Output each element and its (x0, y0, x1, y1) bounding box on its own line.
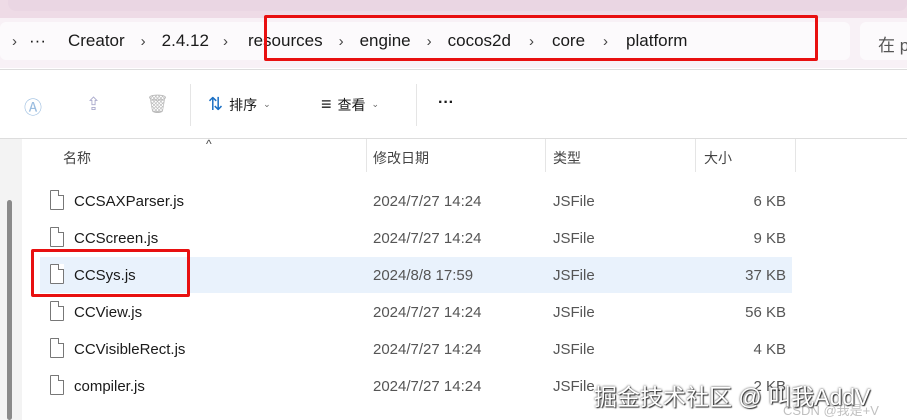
file-icon (50, 338, 64, 358)
highlight-box (31, 249, 190, 297)
list-icon: ≡ (321, 94, 332, 114)
chevron-down-icon: ⌄ (371, 99, 380, 109)
file-type: JSFile (553, 267, 595, 284)
breadcrumb-overflow[interactable]: ··· (29, 31, 46, 51)
file-icon (50, 301, 64, 321)
rename-icon[interactable]: Ⓐ (24, 94, 42, 120)
file-row[interactable]: CCView.js 2024/7/27 14:24 JSFile 56 KB (40, 294, 792, 330)
file-date: 2024/7/27 14:24 (373, 378, 482, 395)
file-name: compiler.js (74, 378, 145, 395)
file-type: JSFile (553, 304, 595, 321)
watermark-csdn: CSDN @我是+V (783, 403, 879, 418)
column-date[interactable]: 修改日期 (373, 148, 429, 168)
file-icon (50, 375, 64, 395)
column-name[interactable]: 名称 (63, 148, 91, 168)
file-date: 2024/7/27 14:24 (373, 304, 482, 321)
file-name: CCView.js (74, 304, 143, 321)
file-size: 9 KB (753, 230, 786, 247)
file-date: 2024/7/27 14:24 (373, 341, 482, 358)
delete-icon[interactable]: 🗑 (146, 94, 169, 115)
file-date: 2024/7/27 14:24 (373, 193, 482, 210)
file-date: 2024/8/8 17:59 (373, 267, 474, 284)
search-input[interactable]: 在 p (860, 22, 907, 60)
file-type: JSFile (553, 230, 595, 247)
file-size: 37 KB (745, 267, 786, 284)
chevron-right-icon[interactable]: › (12, 33, 17, 50)
file-type: JSFile (553, 378, 595, 395)
chevron-right-icon[interactable]: › (223, 33, 228, 50)
file-name: CCSAXParser.js (74, 193, 185, 210)
scrollbar[interactable] (7, 200, 12, 420)
file-size: 6 KB (753, 193, 786, 210)
file-name: CCScreen.js (74, 230, 159, 247)
sort-icon: ⇅ (208, 94, 224, 114)
toolbar: Ⓐ ⇪ 🗑 ⇅ 排序 ⌄ ≡ 查看 ⌄ ··· (0, 70, 907, 138)
file-icon (50, 190, 64, 210)
file-size: 4 KB (753, 341, 786, 358)
column-header: ^ 名称 修改日期 类型 大小 (22, 137, 907, 172)
column-type[interactable]: 类型 (553, 148, 581, 168)
sort-button[interactable]: ⇅ 排序 ⌄ (208, 94, 271, 115)
column-size[interactable]: 大小 (704, 148, 732, 168)
share-icon[interactable]: ⇪ (86, 94, 101, 115)
file-name: CCVisibleRect.js (74, 341, 186, 358)
view-button[interactable]: ≡ 查看 ⌄ (321, 94, 379, 115)
chevron-down-icon: ⌄ (263, 99, 271, 109)
file-size: 56 KB (745, 304, 786, 321)
breadcrumb-item[interactable]: Creator (68, 31, 125, 51)
file-type: JSFile (553, 193, 595, 210)
chevron-right-icon[interactable]: › (141, 33, 146, 50)
highlight-box (264, 15, 818, 61)
breadcrumb-item[interactable]: 2.4.12 (162, 31, 209, 51)
file-row[interactable]: CCVisibleRect.js 2024/7/27 14:24 JSFile … (40, 331, 792, 367)
sort-up-icon: ^ (206, 137, 212, 151)
more-button[interactable]: ··· (438, 94, 454, 112)
file-icon (50, 227, 64, 247)
file-type: JSFile (553, 341, 595, 358)
file-row[interactable]: CCSAXParser.js 2024/7/27 14:24 JSFile 6 … (40, 183, 792, 219)
file-date: 2024/7/27 14:24 (373, 230, 482, 247)
